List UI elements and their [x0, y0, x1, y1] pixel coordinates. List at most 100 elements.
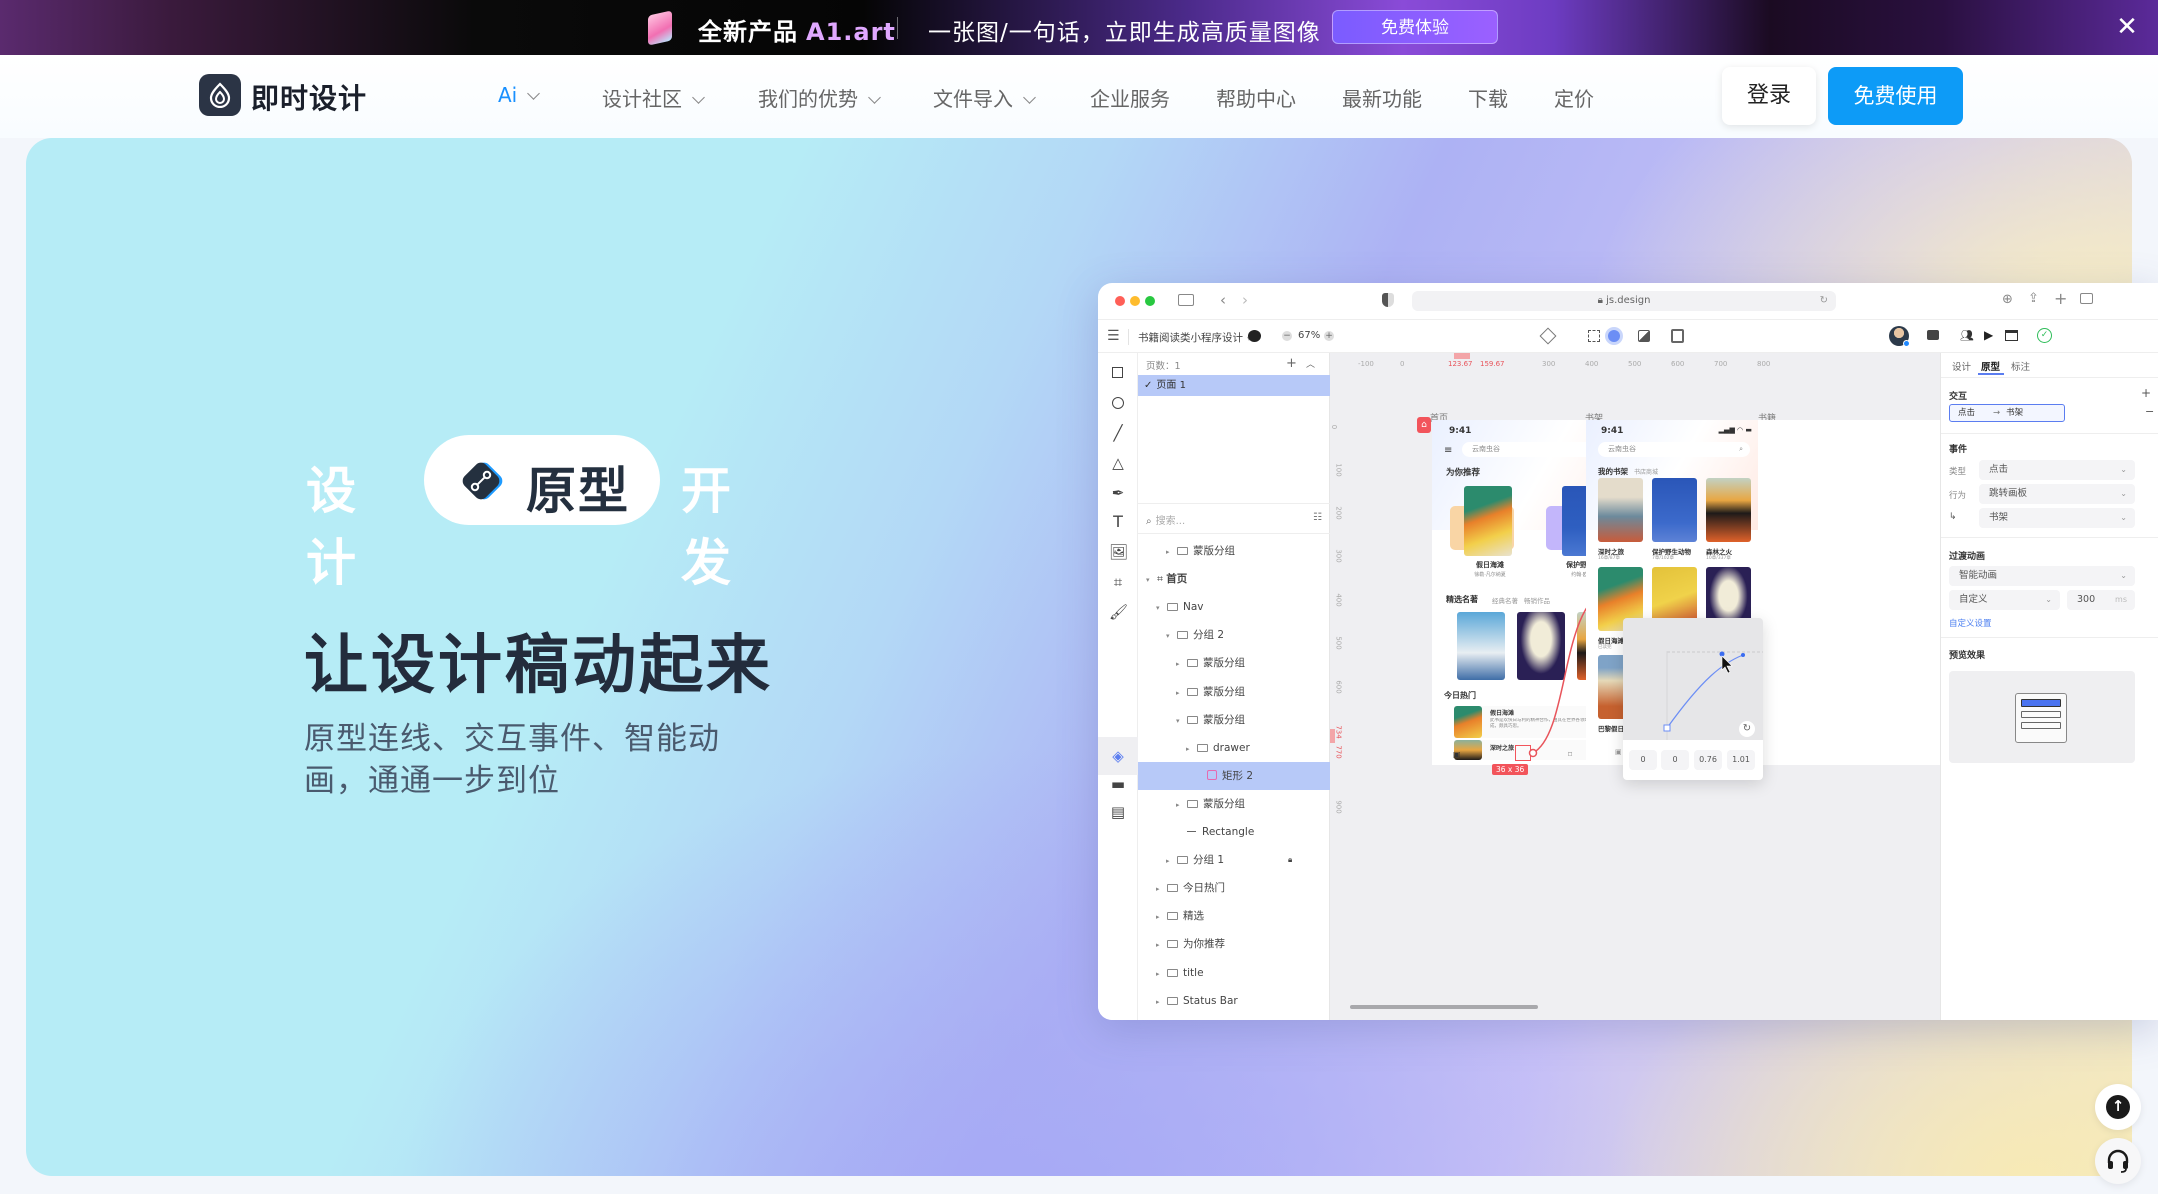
nav-item-download[interactable]: 下载	[1468, 83, 1508, 112]
layer-row[interactable]: ▸ Status Bar	[1138, 987, 1330, 1015]
transition-select[interactable]: 智能动画 ⌄	[1949, 566, 2135, 586]
layer-row[interactable]: ▸ 蒙版分组	[1138, 537, 1330, 565]
bezier-x1-input[interactable]: 0	[1629, 750, 1657, 770]
caret-right-icon[interactable]: ▸	[1186, 735, 1194, 763]
layer-row[interactable]: Rectangle	[1138, 818, 1330, 846]
layer-row[interactable]: 矩形 2	[1138, 761, 1330, 790]
signup-button[interactable]: 免费使用	[1828, 67, 1963, 125]
customer-support-button[interactable]	[2095, 1138, 2141, 1184]
nav-item-community[interactable]: 设计社区	[602, 83, 705, 112]
pen-tool-icon[interactable]: ✒︎	[1109, 484, 1127, 502]
promo-banner[interactable]: 全新产品 A1.art 一张图/一句话，立即生成高质量图像 免费体验 ✕	[0, 0, 2158, 55]
frame-select-icon[interactable]	[1588, 330, 1600, 342]
zoom-level[interactable]: 67%	[1298, 330, 1320, 341]
caret-down-icon[interactable]: ▾	[1166, 622, 1174, 650]
zoom-in-icon[interactable]: +	[1324, 331, 1334, 341]
brand-name[interactable]: 即时设计	[251, 77, 367, 117]
url-bar[interactable]: 🔒︎ js.design ↻	[1412, 291, 1836, 311]
menu-icon[interactable]: ☰	[1107, 329, 1120, 343]
tab-my-shelf[interactable]: 我的书架	[1598, 466, 1628, 477]
interaction-row[interactable]: 点击 → 书架	[1949, 404, 2065, 422]
forward-icon[interactable]: ›	[1242, 293, 1248, 308]
book-cover[interactable]	[1652, 478, 1697, 542]
book-cover[interactable]	[1598, 478, 1643, 542]
layer-row[interactable]: ▸ 蒙版分组	[1138, 649, 1330, 677]
color-mode-icon[interactable]	[1608, 330, 1620, 342]
login-button[interactable]: 登录	[1722, 67, 1816, 125]
tab-annotate[interactable]: 标注	[2011, 359, 2030, 373]
component-icon[interactable]	[1539, 327, 1557, 345]
collaborators-icon[interactable]: 👥︎	[1960, 329, 1974, 342]
new-tab-icon[interactable]: +	[2054, 291, 2067, 307]
tabs-overview-icon[interactable]	[2080, 293, 2093, 304]
caret-down-icon[interactable]: ▾	[1176, 707, 1184, 735]
horizontal-scrollbar[interactable]	[1350, 1005, 1538, 1009]
lock-icon[interactable]: 🔒︎	[1288, 846, 1292, 874]
layer-row[interactable]: ▾ Nav	[1138, 593, 1330, 621]
pages-icon[interactable]: ▤	[1109, 803, 1127, 821]
download-icon[interactable]: ⊕	[2002, 293, 2013, 307]
layer-row[interactable]: ▾ 分组 2	[1138, 621, 1330, 649]
tab-bookshelf-icon[interactable]: ▣	[1615, 748, 1622, 756]
destination-select[interactable]: 书架 ⌄	[1979, 508, 2135, 528]
caret-down-icon[interactable]: ▾	[1146, 566, 1154, 594]
nav-item-new-features[interactable]: 最新功能	[1342, 83, 1422, 112]
easing-select[interactable]: 自定义 ⌄	[1949, 590, 2060, 610]
caret-down-icon[interactable]: ▾	[1156, 594, 1164, 622]
reload-icon[interactable]: ↻	[1820, 291, 1828, 311]
caret-right-icon[interactable]: ▸	[1156, 875, 1164, 903]
play-icon[interactable]: ▶	[1984, 328, 1993, 342]
caret-right-icon[interactable]: ▸	[1166, 847, 1174, 875]
caret-right-icon[interactable]: ▸	[1156, 903, 1164, 931]
layer-search-input[interactable]: ⌕ 搜索... ☷	[1146, 512, 1322, 527]
user-avatar[interactable]	[1889, 326, 1910, 347]
layer-row[interactable]: ▾ 蒙版分组	[1138, 706, 1330, 734]
feature-develop[interactable]: 开发	[681, 451, 735, 595]
feature-design[interactable]: 设计	[306, 451, 360, 595]
remove-interaction-icon[interactable]: −	[2145, 405, 2154, 418]
caret-right-icon[interactable]: ▸	[1166, 538, 1174, 566]
tab-prototype[interactable]: 原型	[1981, 359, 2000, 373]
nav-item-pricing[interactable]: 定价	[1554, 83, 1594, 112]
back-icon[interactable]: ‹	[1220, 293, 1226, 308]
book-cover[interactable]	[1706, 478, 1751, 542]
caret-right-icon[interactable]: ▸	[1176, 679, 1184, 707]
caret-right-icon[interactable]: ▸	[1176, 650, 1184, 678]
brand-logo[interactable]	[199, 74, 241, 116]
nav-item-ai[interactable]: Ai	[498, 83, 541, 107]
caret-right-icon[interactable]: ▸	[1156, 988, 1164, 1016]
add-page-icon[interactable]: +	[1286, 356, 1297, 371]
event-action-select[interactable]: 跳转画板 ⌄	[1979, 484, 2135, 504]
caret-right-icon[interactable]: ▸	[1156, 960, 1164, 988]
layer-row[interactable]: ▸ 为你推荐	[1138, 930, 1330, 958]
layer-row[interactable]: ▾ ⌗ 首页	[1138, 565, 1330, 593]
collapse-pages-icon[interactable]: ︿	[1306, 357, 1315, 370]
reset-curve-icon[interactable]: ↻	[1739, 721, 1755, 737]
layer-row[interactable]: ▸ 蒙版分组	[1138, 790, 1330, 818]
back-to-top-button[interactable]: ↑	[2095, 1084, 2141, 1130]
tab-design[interactable]: 设计	[1952, 359, 1971, 373]
custom-settings-link[interactable]: 自定义设置	[1949, 617, 1992, 629]
bezier-x2-input[interactable]: 0.76	[1694, 750, 1722, 770]
nav-item-help[interactable]: 帮助中心	[1216, 83, 1296, 112]
nav-item-file-import[interactable]: 文件导入	[933, 83, 1036, 112]
brush-tool-icon[interactable]: 🖌︎	[1109, 603, 1128, 621]
nav-item-advantages[interactable]: 我们的优势	[758, 83, 881, 112]
line-tool-icon[interactable]: ╱	[1109, 424, 1127, 442]
event-type-select[interactable]: 点击 ⌄	[1979, 460, 2135, 480]
feature-prototype-pill[interactable]: 原型	[424, 435, 660, 525]
close-icon[interactable]: ✕	[2112, 12, 2142, 42]
layer-row[interactable]: ▸ 蒙版分组	[1138, 678, 1330, 706]
export-icon[interactable]	[1638, 330, 1650, 342]
add-interaction-icon[interactable]: +	[2141, 386, 2151, 400]
page-item-selected[interactable]: ✓ 页面 1	[1138, 375, 1330, 396]
layer-row[interactable]: ▸ title	[1138, 959, 1330, 987]
nav-item-enterprise[interactable]: 企业服务	[1090, 83, 1170, 112]
share-icon[interactable]: ⇪	[2028, 292, 2039, 306]
layer-row[interactable]: ▸ 今日热门	[1138, 874, 1330, 902]
bezier-y1-input[interactable]: 0	[1661, 750, 1689, 770]
window-close-dot[interactable]	[1115, 296, 1125, 306]
layer-row[interactable]: ▸ 精选	[1138, 902, 1330, 930]
comment-icon[interactable]	[1248, 330, 1261, 342]
sidebar-toggle-icon[interactable]	[1178, 294, 1194, 306]
